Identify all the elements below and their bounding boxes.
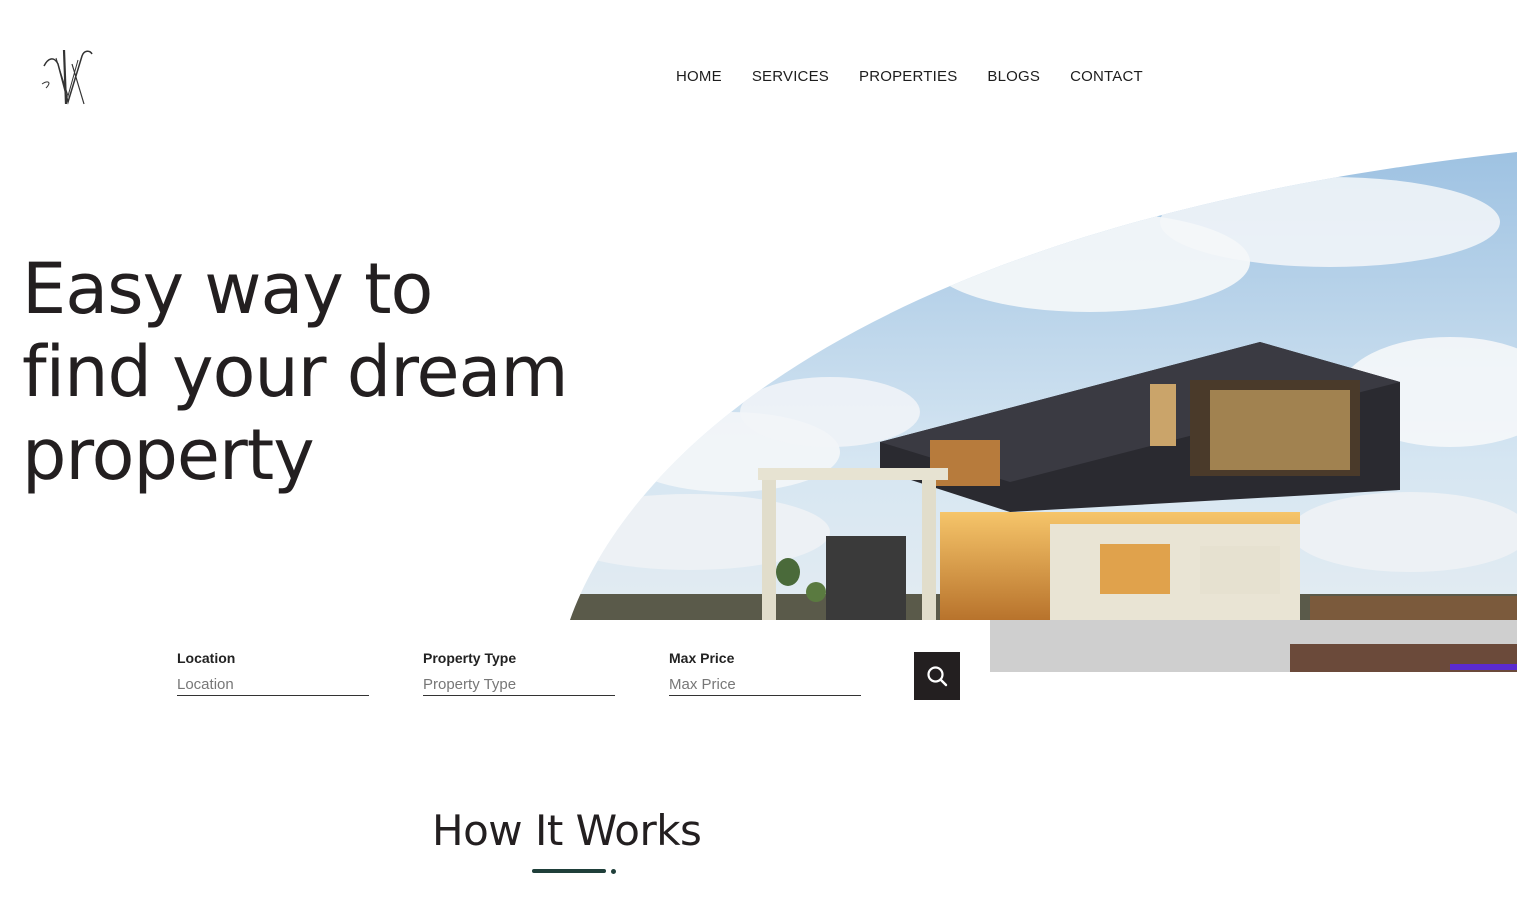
search-icon bbox=[927, 666, 948, 687]
hero-title-line-3: property bbox=[22, 414, 315, 496]
location-field: Location bbox=[177, 650, 369, 696]
section-title: How It Works bbox=[432, 806, 702, 855]
property-type-input[interactable] bbox=[423, 674, 615, 696]
property-type-label: Property Type bbox=[423, 650, 517, 666]
hero-title-line-1: Easy way to bbox=[22, 248, 433, 330]
location-input[interactable] bbox=[177, 674, 369, 696]
max-price-field: Max Price bbox=[669, 650, 861, 696]
logo-monogram-icon bbox=[41, 49, 93, 105]
hero-house-image bbox=[570, 152, 1517, 672]
property-type-field: Property Type bbox=[423, 650, 615, 696]
nav-services[interactable]: SERVICES bbox=[752, 68, 829, 85]
section-title-dot bbox=[611, 869, 616, 874]
hero-title-line-2: find your dream bbox=[22, 331, 569, 413]
nav-home[interactable]: HOME bbox=[676, 68, 722, 85]
max-price-label: Max Price bbox=[669, 650, 735, 666]
main-nav: HOME SERVICES PROPERTIES BLOGS CONTACT bbox=[676, 68, 1173, 85]
section-title-underline bbox=[532, 869, 606, 873]
brand-logo[interactable] bbox=[38, 44, 98, 108]
nav-contact[interactable]: CONTACT bbox=[1070, 68, 1143, 85]
property-search-form: Location Property Type Max Price bbox=[177, 650, 915, 696]
location-label: Location bbox=[177, 650, 236, 666]
nav-properties[interactable]: PROPERTIES bbox=[859, 68, 957, 85]
hero-title: Easy way to find your dream property bbox=[22, 248, 622, 497]
nav-blogs[interactable]: BLOGS bbox=[987, 68, 1040, 85]
search-button[interactable] bbox=[914, 652, 960, 700]
max-price-input[interactable] bbox=[669, 674, 861, 696]
